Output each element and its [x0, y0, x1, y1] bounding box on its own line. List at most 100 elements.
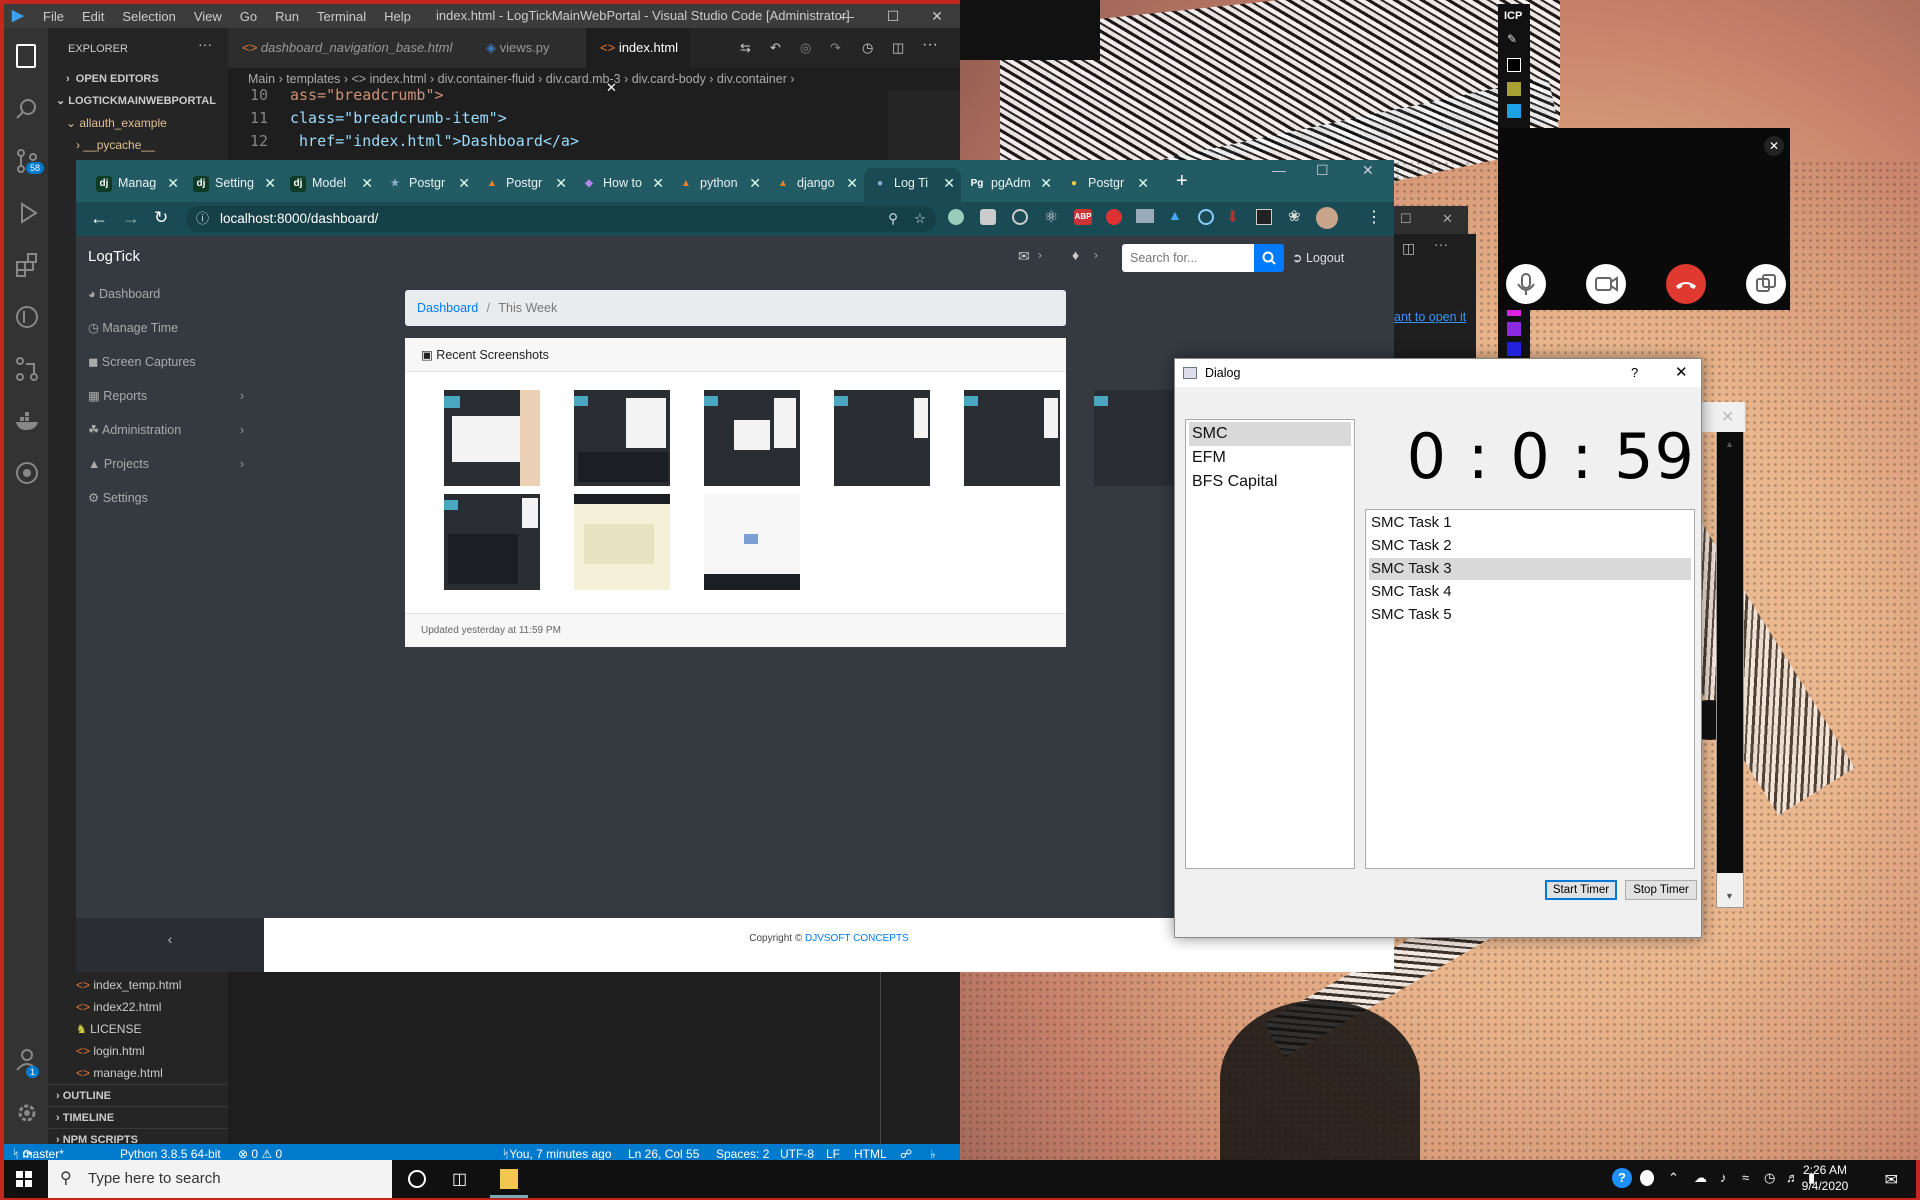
screenshot-thumbnail[interactable] — [444, 390, 540, 486]
client-list[interactable]: SMC EFM BFS Capital — [1185, 419, 1355, 869]
tab-close-icon[interactable]: ✕ — [1040, 168, 1052, 198]
close-icon[interactable]: ✕ — [1721, 407, 1734, 427]
chrome-tab[interactable]: ▲ python ✕ — [670, 168, 767, 202]
new-tab-plus-icon[interactable]: + — [1176, 170, 1188, 193]
tree-item-login[interactable]: <> login.html — [48, 1040, 228, 1062]
screenshot-thumbnail[interactable] — [704, 494, 800, 590]
extension-icon[interactable]: ▲ — [1168, 207, 1182, 223]
logtick-brand[interactable]: LogTick — [88, 248, 140, 265]
docker-icon[interactable] — [14, 408, 40, 434]
gitlens-icon[interactable] — [14, 304, 40, 330]
compare-icon[interactable]: ⇆ — [740, 40, 751, 56]
extension-icon[interactable] — [980, 209, 996, 225]
close-button[interactable]: ✕ — [1675, 359, 1688, 387]
forward-arrow-icon[interactable]: → — [122, 208, 140, 229]
client-item-bfs-capital[interactable]: BFS Capital — [1189, 470, 1351, 494]
chrome-tab[interactable]: ▲ django ✕ — [767, 168, 864, 202]
maximize-button[interactable]: ☐ — [870, 4, 916, 28]
help-button[interactable]: ? — [1631, 359, 1638, 387]
notifications-bell-icon[interactable]: ♦ — [1072, 247, 1079, 263]
scroll-up-icon[interactable]: ▲ — [1725, 439, 1734, 449]
code-editor[interactable]: 10 ass="breadcrumb"> 11 class="breadcrumb-… — [228, 86, 888, 160]
extensions-icon[interactable] — [14, 252, 40, 278]
nav-screen-captures[interactable]: ◼ Screen Captures — [88, 352, 256, 372]
color-swatch-olive[interactable] — [1507, 82, 1521, 96]
messages-envelope-icon[interactable]: ✉ — [1018, 248, 1030, 265]
tab-views-py[interactable]: ◈ views.py — [472, 28, 586, 68]
screenshot-thumbnail[interactable] — [834, 390, 930, 486]
task-item[interactable]: SMC Task 4 — [1369, 581, 1691, 603]
microphone-tray-icon[interactable]: ♪ — [1720, 1170, 1727, 1185]
more-actions-icon[interactable]: ··· — [198, 36, 212, 52]
manage-gear-icon[interactable] — [14, 1100, 40, 1126]
open-editors-section[interactable]: › OPEN EDITORS — [48, 68, 228, 90]
task-item[interactable]: SMC Task 2 — [1369, 535, 1691, 557]
breadcrumb-dashboard-link[interactable]: Dashboard — [417, 301, 478, 315]
nav-reports[interactable]: ▦ Reports › — [88, 386, 256, 406]
minimap[interactable] — [888, 90, 960, 160]
sidebar-toggle-button[interactable]: ‹ — [76, 918, 264, 972]
color-swatch-dark-blue[interactable] — [1507, 342, 1521, 356]
nav-manage-time[interactable]: ◷ Manage Time — [88, 318, 256, 338]
screenshot-thumbnail[interactable] — [574, 390, 670, 486]
more-icon[interactable]: ··· — [1434, 236, 1448, 252]
chrome-tab[interactable]: dj Model ✕ — [282, 168, 379, 202]
timeline-icon[interactable]: ◷ — [862, 40, 873, 56]
task-view-icon[interactable]: ◫ — [452, 1169, 467, 1189]
search-button[interactable] — [1254, 244, 1284, 272]
chrome-tab-active[interactable]: ● Log Ti ✕ — [864, 168, 961, 202]
chrome-tab[interactable]: ● Postgr ✕ — [1058, 168, 1155, 202]
scroll-down-icon[interactable]: ▼ — [1725, 891, 1734, 901]
tree-item-license[interactable]: ♞ LICENSE — [48, 1018, 228, 1040]
extension-icon[interactable] — [1256, 209, 1272, 225]
tab-index-html[interactable]: <> index.html ✕ — [586, 28, 690, 95]
client-item-smc[interactable]: SMC — [1189, 422, 1351, 446]
close-call-icon[interactable]: ✕ — [1764, 136, 1784, 156]
windows-start-icon[interactable] — [16, 1171, 32, 1187]
color-swatch-magenta[interactable] — [1507, 310, 1521, 316]
dot-icon[interactable]: ◎ — [800, 40, 811, 56]
extension-icon[interactable] — [1136, 209, 1154, 223]
maximize-button[interactable]: ☐ — [1316, 162, 1329, 179]
action-center-icon[interactable]: ✉ — [1885, 1170, 1898, 1190]
nav-projects[interactable]: ▲ Projects › — [88, 454, 256, 474]
menu-selection[interactable]: Selection — [113, 9, 184, 24]
react-devtools-icon[interactable]: ⚛ — [1044, 207, 1058, 227]
color-swatch-purple[interactable] — [1507, 322, 1521, 336]
start-timer-button[interactable]: Start Timer — [1545, 880, 1617, 900]
extensions-puzzle-icon[interactable]: ❀ — [1288, 207, 1301, 225]
tab-close-icon[interactable]: ✕ — [458, 168, 470, 198]
menu-run[interactable]: Run — [266, 9, 308, 24]
pen-icon[interactable]: ✎ — [1507, 32, 1517, 46]
chrome-tab[interactable]: ◆ How to ✕ — [573, 168, 670, 202]
client-item-efm[interactable]: EFM — [1189, 446, 1351, 470]
adblock-icon[interactable]: ABP — [1074, 209, 1092, 225]
color-swatch-black[interactable] — [1507, 58, 1521, 72]
tab-close-icon[interactable]: ✕ — [361, 168, 373, 198]
screenshot-thumbnail[interactable] — [964, 390, 1060, 486]
wifi-icon[interactable]: ≈ — [1742, 1170, 1749, 1185]
close-button[interactable]: ✕ — [1362, 162, 1374, 179]
split-editor-icon[interactable]: ◫ — [892, 40, 904, 56]
menu-go[interactable]: Go — [231, 9, 266, 24]
tab-close-icon[interactable]: ✕ — [846, 168, 858, 198]
go-forward-icon[interactable]: ↷ — [830, 40, 841, 56]
timeline-section[interactable]: › TIMELINE — [48, 1106, 228, 1128]
menu-file[interactable]: File — [34, 9, 73, 24]
task-item[interactable]: SMC Task 5 — [1369, 604, 1691, 626]
tab-dashboard-navigation[interactable]: <> dashboard_navigation_base.html — [228, 28, 472, 68]
bookmark-star-icon[interactable]: ☆ — [914, 206, 926, 232]
tree-item-index22[interactable]: <> index22.html — [48, 996, 228, 1018]
company-link[interactable]: DJVSOFT CONCEPTS — [805, 933, 909, 944]
go-back-icon[interactable]: ↶ — [770, 40, 781, 56]
onedrive-cloud-icon[interactable]: ☁ — [1694, 1170, 1707, 1186]
maximize-icon[interactable]: ☐ — [1400, 211, 1412, 227]
screenshot-thumbnail[interactable] — [704, 390, 800, 486]
search-icon[interactable] — [14, 96, 40, 122]
reload-icon[interactable]: ↻ — [154, 208, 168, 228]
close-button[interactable]: ✕ — [914, 4, 960, 28]
site-info-icon[interactable]: ⓘ — [196, 206, 209, 232]
run-debug-icon[interactable] — [14, 200, 40, 226]
extension-icon[interactable] — [1012, 209, 1028, 225]
stop-timer-button[interactable]: Stop Timer — [1625, 880, 1697, 900]
